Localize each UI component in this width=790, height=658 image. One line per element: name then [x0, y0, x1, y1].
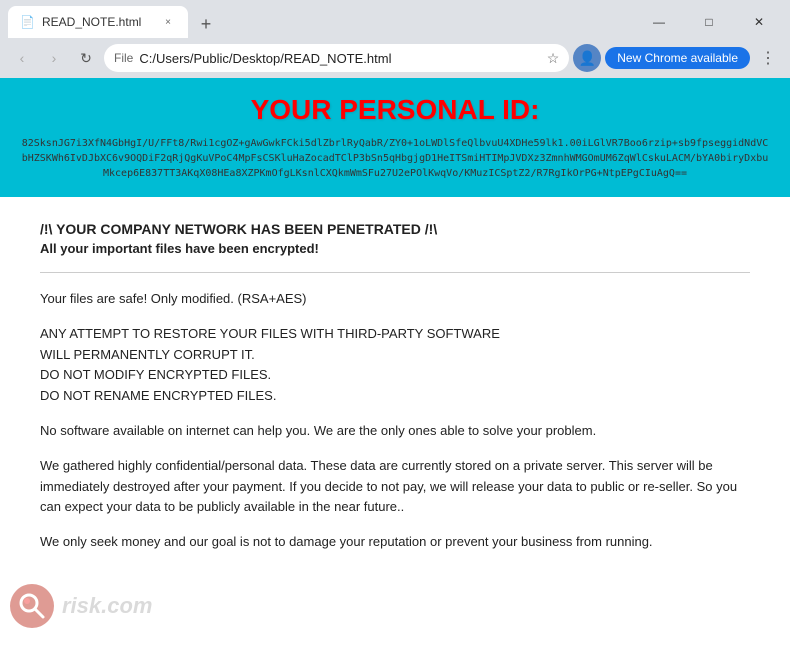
profile-button[interactable]: 👤	[573, 44, 601, 72]
watermark: risk.com	[10, 584, 153, 628]
chrome-update-button[interactable]: New Chrome available	[605, 47, 750, 69]
profile-icon: 👤	[579, 50, 596, 67]
minimize-button[interactable]: —	[636, 6, 682, 38]
new-tab-button[interactable]: +	[192, 10, 220, 38]
back-button[interactable]: ‹	[8, 44, 36, 72]
personal-id-title: YOUR PERSONAL ID:	[20, 94, 770, 126]
window-controls: — □ ✕	[636, 6, 782, 38]
paragraph-4: We gathered highly confidential/personal…	[40, 456, 750, 518]
bookmark-icon[interactable]: ☆	[547, 50, 560, 67]
page-container: YOUR PERSONAL ID: 82SksnJG7i3XfN4GbHgI/U…	[0, 78, 790, 658]
main-subheading: All your important files have been encry…	[40, 241, 750, 256]
browser-menu-button[interactable]: ⋮	[754, 44, 782, 72]
toolbar-right: 👤 New Chrome available ⋮	[573, 44, 782, 72]
paragraph-5: We only seek money and our goal is not t…	[40, 532, 750, 553]
divider	[40, 272, 750, 273]
watermark-icon	[10, 584, 54, 628]
close-button[interactable]: ✕	[736, 6, 782, 38]
paragraph-1: Your files are safe! Only modified. (RSA…	[40, 289, 750, 310]
forward-button[interactable]: ›	[40, 44, 68, 72]
watermark-text: risk.com	[62, 593, 153, 619]
magnifier-icon	[18, 592, 46, 620]
main-heading: /!\ YOUR COMPANY NETWORK HAS BEEN PENETR…	[40, 221, 750, 237]
paragraph-3: No software available on internet can he…	[40, 421, 750, 442]
page-content: YOUR PERSONAL ID: 82SksnJG7i3XfN4GbHgI/U…	[0, 78, 790, 591]
personal-id-value: 82SksnJG7i3XfN4GbHgI/U/FFt8/Rwi1cgOZ+gAw…	[20, 136, 770, 181]
refresh-button[interactable]: ↻	[72, 44, 100, 72]
tab-favicon-icon: 📄	[20, 15, 34, 29]
address-text: C:/Users/Public/Desktop/READ_NOTE.html	[139, 51, 540, 66]
browser-tab[interactable]: 📄 READ_NOTE.html ×	[8, 6, 188, 38]
file-protocol-icon: File	[114, 51, 133, 65]
title-bar: 📄 READ_NOTE.html × + — □ ✕	[0, 0, 790, 38]
tab-close-button[interactable]: ×	[160, 14, 176, 30]
maximize-button[interactable]: □	[686, 6, 732, 38]
main-content: /!\ YOUR COMPANY NETWORK HAS BEEN PENETR…	[0, 197, 790, 591]
address-bar[interactable]: File C:/Users/Public/Desktop/READ_NOTE.h…	[104, 44, 569, 72]
tab-title: READ_NOTE.html	[42, 15, 152, 29]
id-banner: YOUR PERSONAL ID: 82SksnJG7i3XfN4GbHgI/U…	[0, 78, 790, 197]
tab-bar: 📄 READ_NOTE.html × +	[8, 6, 636, 38]
paragraph-2: ANY ATTEMPT TO RESTORE YOUR FILES WITH T…	[40, 324, 750, 407]
toolbar: ‹ › ↻ File C:/Users/Public/Desktop/READ_…	[0, 38, 790, 78]
